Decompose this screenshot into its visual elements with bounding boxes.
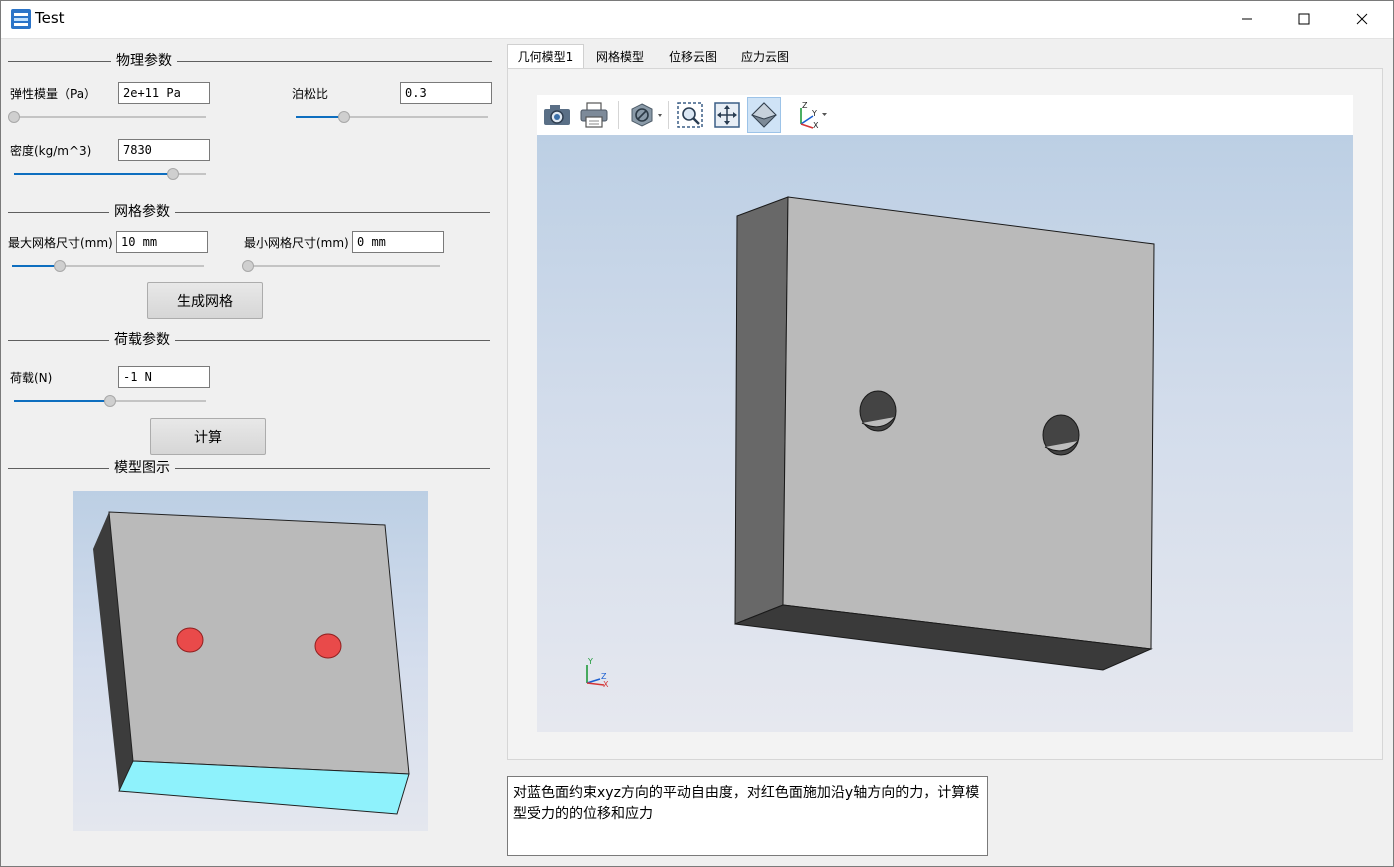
slider-handle[interactable] — [167, 168, 180, 180]
mesh-group-title: 网格参数 — [109, 201, 175, 221]
poisson-ratio-label: 泊松比 — [292, 87, 329, 101]
poisson-ratio-slider[interactable] — [296, 110, 488, 124]
load-slider[interactable] — [14, 394, 206, 408]
generate-mesh-button[interactable]: 生成网格 — [147, 282, 263, 319]
toolbar-axis-z-label: Z — [802, 101, 808, 110]
preview-group-line — [8, 468, 490, 469]
max-mesh-size-label: 最大网格尺寸(mm) — [8, 236, 113, 250]
load-hole-left — [176, 627, 204, 653]
max-mesh-size-slider[interactable] — [12, 259, 204, 273]
mesh-group-line — [8, 212, 490, 213]
slider-handle[interactable] — [8, 111, 20, 123]
density-label: 密度(kg/m^3) — [10, 144, 92, 158]
elastic-modulus-label: 弹性模量（Pa） — [10, 87, 97, 101]
preview-group-title: 模型图示 — [109, 457, 175, 477]
title-bar — [0, 0, 1394, 39]
axis-view-icon[interactable]: Z Y X — [792, 97, 830, 133]
printer-icon[interactable] — [577, 97, 611, 133]
load-hole-right — [314, 633, 342, 659]
hole-left — [859, 390, 897, 432]
view-iso-icon[interactable] — [747, 97, 781, 133]
model-preview-image — [73, 491, 428, 831]
slider-handle[interactable] — [104, 395, 116, 407]
zoom-box-icon[interactable] — [673, 97, 707, 133]
maximize-button[interactable] — [1275, 0, 1333, 38]
description-text[interactable]: 对蓝色面约束xyz方向的平动自由度，对红色面施加沿y轴方向的力，计算模型受力的的… — [507, 776, 988, 856]
physics-group-title: 物理参数 — [111, 50, 177, 70]
toolbar-separator — [668, 101, 669, 129]
triad-y-label: Y — [587, 657, 593, 666]
app-icon — [11, 9, 31, 29]
compute-button[interactable]: 计算 — [150, 418, 266, 455]
max-mesh-size-field[interactable]: 10 mm — [116, 231, 208, 253]
slider-handle[interactable] — [54, 260, 66, 272]
toolbar-axis-y-label: Y — [811, 109, 817, 118]
slider-handle[interactable] — [338, 111, 350, 123]
close-button[interactable] — [1333, 0, 1391, 38]
toolbar-axis-x-label: X — [813, 121, 819, 130]
min-mesh-size-field[interactable]: 0 mm — [352, 231, 444, 253]
load-field[interactable]: -1 N — [118, 366, 210, 388]
density-field[interactable]: 7830 — [118, 139, 210, 161]
plate-side-face — [734, 196, 789, 625]
tab-mesh-model[interactable]: 网格模型 — [588, 44, 652, 68]
load-label: 荷载(N) — [10, 371, 53, 385]
slider-handle[interactable] — [242, 260, 254, 272]
load-group-title: 荷载参数 — [109, 329, 175, 349]
min-mesh-size-label: 最小网格尺寸(mm) — [244, 236, 349, 250]
plate-front-face — [782, 196, 1155, 650]
axis-triad: Y Z X — [586, 657, 609, 689]
elastic-modulus-slider[interactable] — [8, 110, 206, 124]
poisson-ratio-field[interactable]: 0.3 — [400, 82, 492, 104]
tab-geometry-model[interactable]: 几何模型1 — [507, 44, 584, 68]
plate-front-face — [108, 511, 410, 775]
camera-icon[interactable] — [540, 97, 574, 133]
fit-all-icon[interactable] — [710, 97, 744, 133]
min-mesh-size-slider[interactable] — [242, 259, 440, 273]
display-mode-icon[interactable] — [626, 97, 666, 133]
toolbar-separator — [618, 101, 619, 129]
3d-viewer-canvas[interactable]: Y Z X — [537, 135, 1353, 732]
minimize-button[interactable] — [1218, 0, 1276, 38]
window-title: Test — [35, 9, 65, 27]
tab-stress-contour[interactable]: 应力云图 — [733, 44, 797, 68]
density-slider[interactable] — [14, 167, 206, 181]
elastic-modulus-field[interactable]: 2e+11 Pa — [118, 82, 210, 104]
triad-x-label: X — [603, 680, 609, 689]
load-group-line — [8, 340, 490, 341]
tab-displacement-contour[interactable]: 位移云图 — [661, 44, 725, 68]
physics-group-line — [8, 61, 492, 62]
hole-right — [1042, 414, 1080, 456]
